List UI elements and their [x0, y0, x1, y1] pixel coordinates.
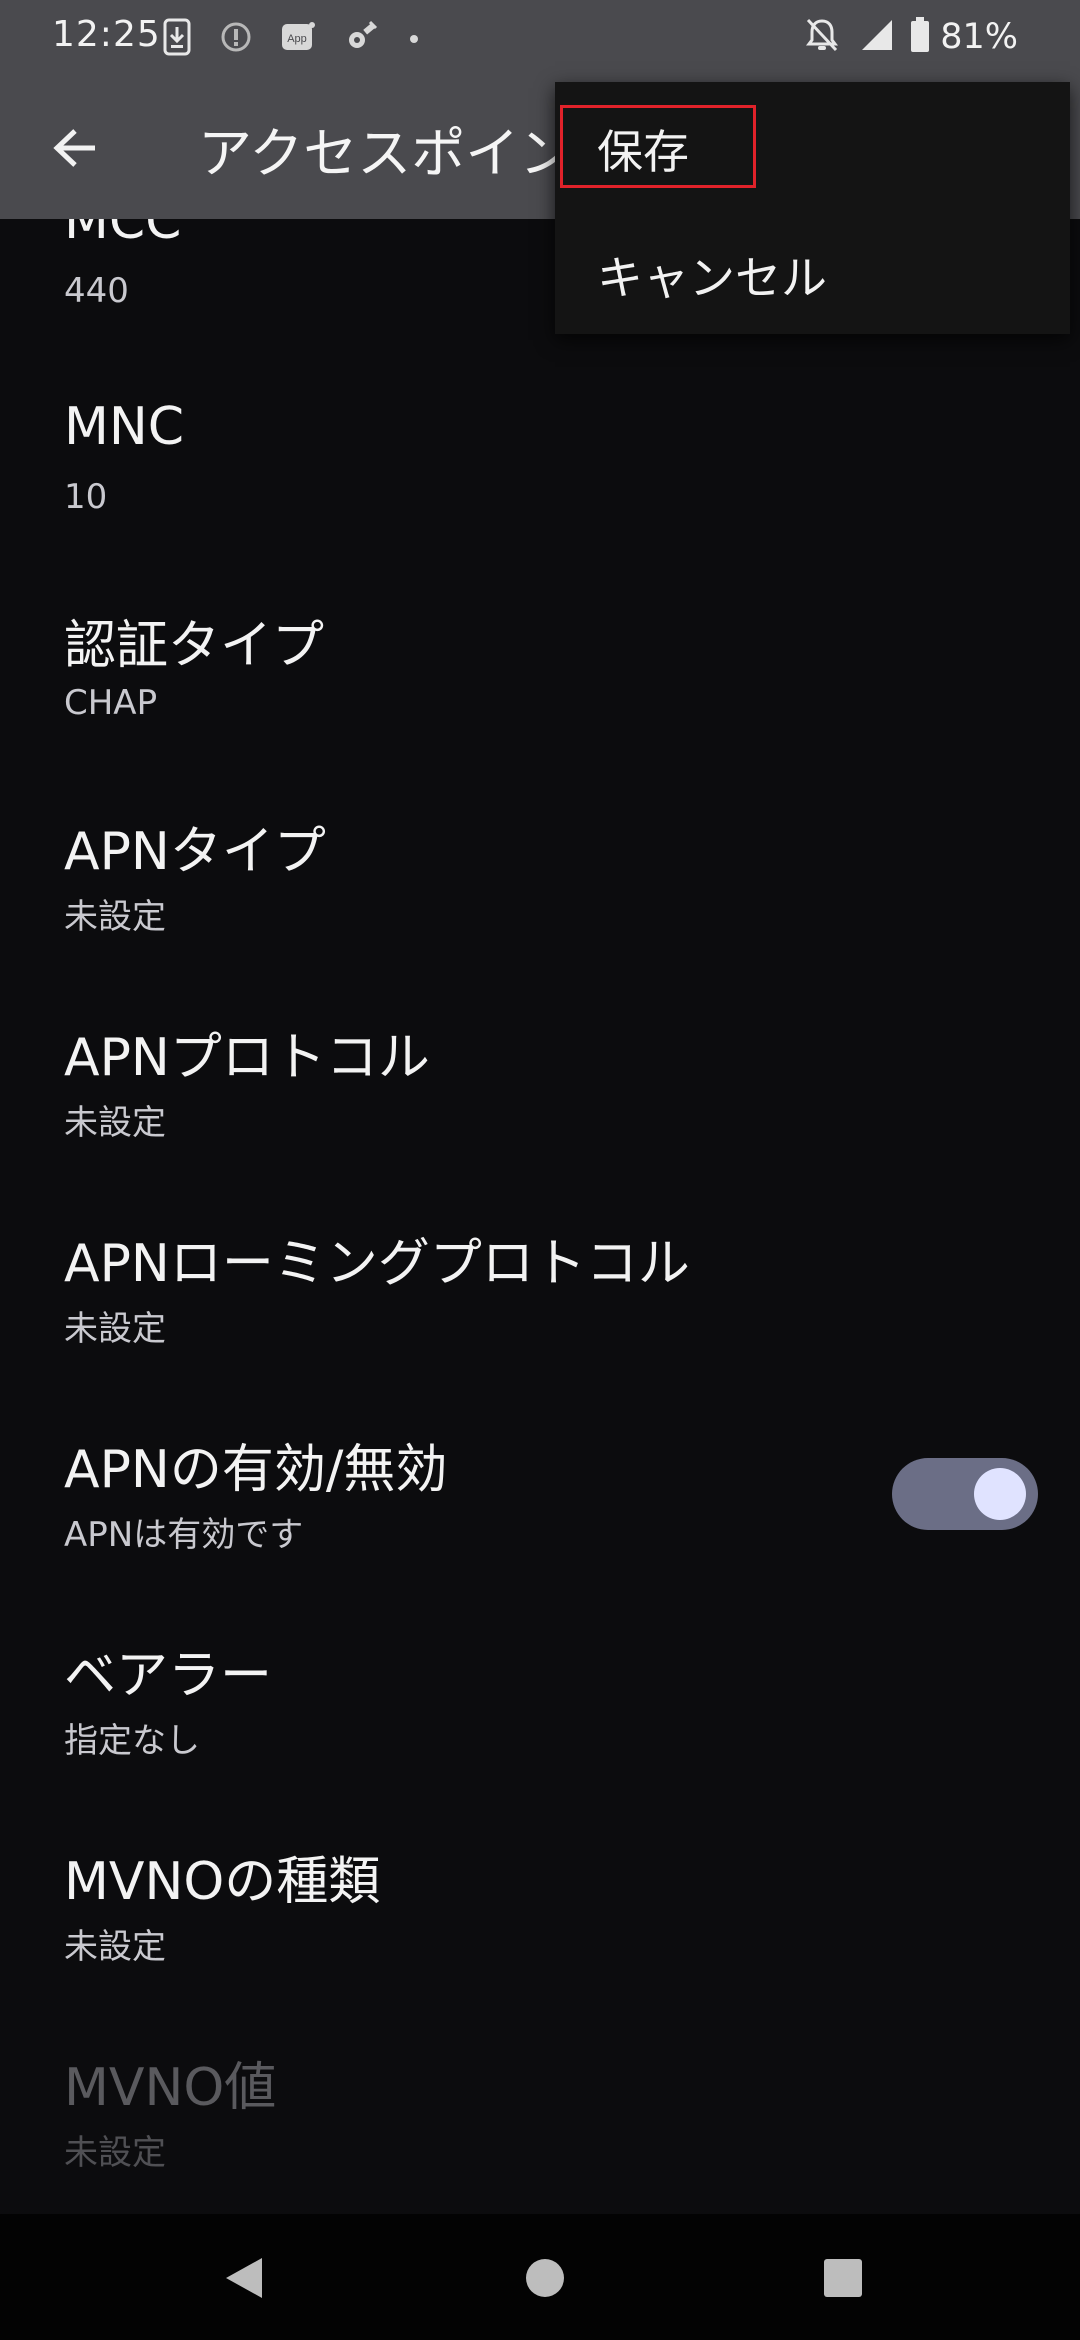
triangle-back-icon: [226, 2258, 262, 2298]
pref-title: MNC: [64, 397, 185, 457]
nav-recents-button[interactable]: [815, 2250, 871, 2306]
pref-summary: 440: [64, 271, 129, 311]
pref-summary: APNは有効です: [64, 1515, 304, 1555]
pref-apn-enable[interactable]: APNの有効/無効 APNは有効です: [0, 1415, 1080, 1621]
screen: 12:25 App 81% アクセスポイン MCC 440 MNC 10 認証タ…: [0, 0, 1080, 2340]
pref-bearer[interactable]: ベアラー 指定なし: [0, 1621, 1080, 1827]
battery-icon: [910, 17, 930, 57]
status-icons-right: 81%: [804, 16, 1018, 58]
preference-list[interactable]: MCC 440 MNC 10 認証タイプ CHAP APNタイプ 未設定 APN…: [0, 219, 1080, 2219]
bell-off-icon: [804, 16, 840, 58]
status-time: 12:25: [52, 14, 161, 55]
download-icon: [162, 18, 192, 60]
svg-text:App: App: [287, 33, 307, 45]
circle-home-icon: [526, 2259, 564, 2297]
info-circle-icon: [220, 21, 252, 57]
pref-summary: 未設定: [64, 897, 166, 937]
pref-title: MCC: [64, 219, 182, 251]
pref-title: MVNO値: [64, 2058, 277, 2118]
pref-summary: 未設定: [64, 1309, 166, 1349]
signal-icon: [860, 18, 894, 56]
pref-apn-roaming-protocol[interactable]: APNローミングプロトコル 未設定: [0, 1209, 1080, 1415]
battery-percent: 81%: [940, 17, 1018, 57]
pref-apn-type[interactable]: APNタイプ 未設定: [0, 797, 1080, 1003]
pref-summary: 未設定: [64, 1927, 166, 1967]
pref-title: APNローミングプロトコル: [64, 1234, 690, 1294]
app-icon: App: [280, 20, 316, 58]
status-icons-left: App: [162, 18, 448, 60]
overflow-menu: 保存 キャンセル: [555, 82, 1070, 334]
pref-summary: 指定なし: [64, 1721, 200, 1761]
back-button[interactable]: [40, 113, 110, 183]
arrow-back-icon: [53, 129, 95, 167]
pref-summary: 未設定: [64, 1103, 166, 1143]
apn-enable-toggle[interactable]: [892, 1458, 1038, 1530]
menu-item-save[interactable]: 保存: [555, 82, 1070, 208]
pref-mnc[interactable]: MNC 10: [0, 385, 1080, 591]
navigation-bar: [0, 2214, 1080, 2340]
pref-title: ベアラー: [64, 1646, 273, 1706]
page-title: アクセスポイン: [198, 122, 574, 185]
pref-summary: 10: [64, 477, 108, 517]
pref-title: 認証タイプ: [64, 616, 325, 676]
nav-back-button[interactable]: [216, 2250, 272, 2306]
pref-mvno-type[interactable]: MVNOの種類 未設定: [0, 1827, 1080, 2033]
pref-auth-type[interactable]: 認証タイプ CHAP: [0, 591, 1080, 797]
pref-title: APNの有効/無効: [64, 1440, 448, 1500]
pref-apn-protocol[interactable]: APNプロトコル 未設定: [0, 1003, 1080, 1209]
satellite-icon: [344, 20, 380, 58]
menu-item-label: キャンセル: [597, 251, 827, 305]
pref-summary: 未設定: [64, 2133, 166, 2173]
nav-home-button[interactable]: [517, 2250, 573, 2306]
pref-summary: CHAP: [64, 683, 158, 723]
pref-mvno-value: MVNO値 未設定: [0, 2033, 1080, 2219]
dot-icon: [408, 30, 420, 49]
menu-item-cancel[interactable]: キャンセル: [555, 208, 1070, 334]
pref-title: APNタイプ: [64, 822, 326, 882]
status-bar: 12:25 App 81%: [0, 0, 1080, 75]
toggle-knob: [974, 1468, 1026, 1520]
menu-item-label: 保存: [597, 125, 689, 179]
square-recents-icon: [824, 2259, 862, 2297]
pref-title: APNプロトコル: [64, 1028, 430, 1088]
pref-title: MVNOの種類: [64, 1852, 381, 1912]
